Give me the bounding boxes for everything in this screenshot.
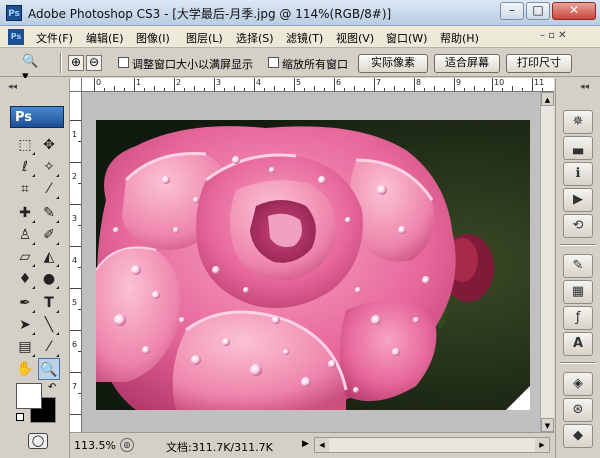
menu-select[interactable]: 选择(S) <box>236 30 274 46</box>
magic-wand-icon[interactable]: ✧ <box>38 156 60 178</box>
ps-menu-logo: Ps <box>8 29 24 45</box>
zoom-all-windows-label: 缩放所有窗口 <box>282 58 348 71</box>
layers-icon[interactable]: ◈ <box>563 372 593 396</box>
fit-screen-button[interactable]: 适合屏幕 <box>434 54 500 73</box>
title-bar: Ps Adobe Photoshop CS3 - [大学最后-月季.jpg @ … <box>0 0 600 26</box>
pen-icon[interactable]: ✒ <box>14 292 36 314</box>
notes-icon[interactable]: ▤ <box>14 336 36 358</box>
vertical-ruler[interactable]: 1 2 3 4 5 6 7 <box>70 92 82 432</box>
info-icon[interactable]: ℹ <box>563 162 593 186</box>
toolbox-panel: ◂◂ Ps ⬚ ✥ ℓ ✧ ⌗ ⁄ ✚ ✎ ♙ ✐ ▱ ◭ ♦ ● ✒ T ➤ … <box>0 78 70 458</box>
type-icon[interactable]: T <box>38 292 60 314</box>
path-select-icon[interactable]: ➤ <box>14 314 36 336</box>
lasso-icon[interactable]: ℓ <box>14 156 36 178</box>
palette-collapse-icon[interactable]: ◂◂ <box>580 82 589 92</box>
zoom-icon[interactable]: 🔍▾ <box>22 54 44 84</box>
menu-file[interactable]: 文件(F) <box>36 30 73 46</box>
toolbox-collapse-icon[interactable]: ◂◂ <box>8 82 17 92</box>
history-icon[interactable]: ⟲ <box>563 214 593 238</box>
rose-image <box>96 120 530 410</box>
menu-view[interactable]: 视图(V) <box>336 30 374 46</box>
palette-dock: ◂◂ ✵ ▃ ℹ ▶ ⟲ ✎ ▦ ƒ A ◈ ⊛ ◆ <box>555 78 600 458</box>
document-size: 文档:311.7K/311.7K <box>166 441 273 454</box>
palette-separator <box>560 244 596 246</box>
minimize-button[interactable]: – <box>500 2 524 20</box>
options-bar: 🔍▾ ⊕ ⊖ 调整窗口大小以满屏显示 缩放所有窗口 实际像素 适合屏幕 打印尺寸 <box>0 49 600 84</box>
vertical-scrollbar[interactable]: ▲ ▼ <box>540 92 554 432</box>
vertical-ruler-ticks <box>70 120 81 415</box>
menu-help[interactable]: 帮助(H) <box>440 30 479 46</box>
palette-separator <box>560 362 596 364</box>
actions-icon[interactable]: ▶ <box>563 188 593 212</box>
menu-image[interactable]: 图像(I) <box>136 30 170 46</box>
actual-pixels-button[interactable]: 实际像素 <box>358 54 428 73</box>
document-window-controls[interactable]: – ▫ ✕ <box>540 30 567 41</box>
zoom-out-button[interactable]: ⊖ <box>86 55 102 71</box>
menu-bar: Ps 文件(F) 编辑(E) 图像(I) 图层(L) 选择(S) 滤镜(T) 视… <box>0 26 600 48</box>
quick-mask-icon[interactable]: ◯ <box>28 433 48 449</box>
move-icon[interactable]: ✥ <box>38 134 60 156</box>
crop-icon[interactable]: ⌗ <box>14 178 36 200</box>
character-icon[interactable]: A <box>563 332 593 356</box>
brush-icon[interactable]: ✎ <box>38 202 60 224</box>
zoom-all-windows-checkbox[interactable] <box>268 57 279 68</box>
status-bar: 113.5% ◎ 文档:311.7K/311.7K ▶ ◀ ▶ <box>70 432 554 458</box>
close-button[interactable]: ✕ <box>552 2 596 20</box>
stamp-icon[interactable]: ♙ <box>14 224 36 246</box>
histogram-icon[interactable]: ▃ <box>563 136 593 160</box>
channels-icon[interactable]: ⊛ <box>563 398 593 422</box>
options-separator <box>60 53 62 73</box>
document-canvas[interactable] <box>82 92 540 432</box>
bucket-icon[interactable]: ◭ <box>38 246 60 268</box>
maximize-button[interactable]: □ <box>526 2 550 20</box>
zoom-level[interactable]: 113.5% <box>74 439 116 452</box>
brushes-icon[interactable]: ✎ <box>563 254 593 278</box>
line-icon[interactable]: ╲ <box>38 314 60 336</box>
menu-layer[interactable]: 图层(L) <box>186 30 223 46</box>
ruler-origin[interactable] <box>70 78 82 92</box>
horizontal-scrollbar[interactable]: ◀ ▶ <box>314 437 550 453</box>
zoom-tool-icon[interactable]: 🔍 <box>38 358 60 380</box>
photoshop-app-icon: Ps <box>6 5 22 21</box>
healing-icon[interactable]: ✚ <box>14 202 36 224</box>
swap-colors-icon[interactable]: ↶ <box>48 382 56 393</box>
hand-icon[interactable]: ✋ <box>14 358 36 380</box>
scroll-right-icon[interactable]: ▶ <box>535 438 549 452</box>
horizontal-ruler-ticks <box>94 78 543 91</box>
menu-filter[interactable]: 滤镜(T) <box>286 30 323 46</box>
scroll-down-icon[interactable]: ▼ <box>541 418 554 432</box>
menu-edit[interactable]: 编辑(E) <box>86 30 124 46</box>
styles-icon[interactable]: ƒ <box>563 306 593 330</box>
menu-window[interactable]: 窗口(W) <box>386 30 427 46</box>
slice-icon[interactable]: ⁄ <box>38 178 60 200</box>
scroll-left-icon[interactable]: ◀ <box>315 438 329 452</box>
blur-icon[interactable]: ♦ <box>14 268 36 290</box>
navigator-icon[interactable]: ✵ <box>563 110 593 134</box>
paths-icon[interactable]: ◆ <box>563 424 593 448</box>
dodge-icon[interactable]: ● <box>38 268 60 290</box>
scroll-up-icon[interactable]: ▲ <box>541 92 554 106</box>
print-size-button[interactable]: 打印尺寸 <box>506 54 572 73</box>
status-menu-arrow-icon[interactable]: ▶ <box>302 439 309 449</box>
eyedropper-icon[interactable]: ⁄ <box>38 336 60 358</box>
eraser-icon[interactable]: ▱ <box>14 246 36 268</box>
foreground-color-swatch[interactable] <box>16 383 42 409</box>
horizontal-ruler[interactable]: 0 1 2 3 4 5 6 7 8 9 10 11 <box>82 78 554 92</box>
status-options-icon[interactable]: ◎ <box>120 438 134 452</box>
history-brush-icon[interactable]: ✐ <box>38 224 60 246</box>
toolbox-ps-logo: Ps <box>10 106 64 128</box>
default-colors-icon[interactable] <box>16 413 24 421</box>
swatches-icon[interactable]: ▦ <box>563 280 593 304</box>
zoom-in-button[interactable]: ⊕ <box>68 55 84 71</box>
marquee-icon[interactable]: ⬚ <box>14 134 36 156</box>
resize-window-label: 调整窗口大小以满屏显示 <box>132 58 253 71</box>
window-title: Adobe Photoshop CS3 - [大学最后-月季.jpg @ 114… <box>28 7 392 21</box>
resize-window-checkbox[interactable] <box>118 57 129 68</box>
rose-photo[interactable] <box>96 120 530 410</box>
